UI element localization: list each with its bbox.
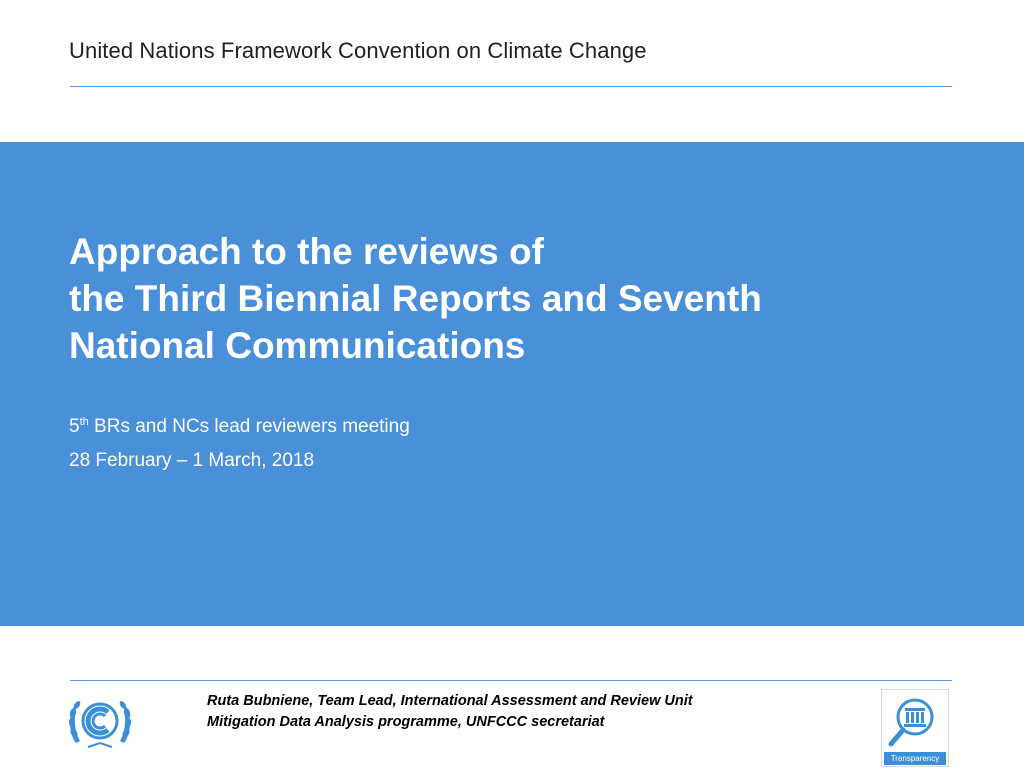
presentation-title: Approach to the reviews of the Third Bie… bbox=[69, 228, 762, 369]
slide: United Nations Framework Convention on C… bbox=[0, 0, 1024, 768]
meeting-name: BRs and NCs lead reviewers meeting bbox=[88, 416, 410, 437]
meeting-ordinal: th bbox=[79, 416, 89, 428]
presenter-line-1: Ruta Bubniene, Team Lead, International … bbox=[207, 693, 693, 709]
transparency-label: Transparency bbox=[884, 752, 946, 765]
transparency-logo-icon: Transparency bbox=[881, 689, 949, 767]
title-banner bbox=[0, 142, 1024, 626]
organization-title: United Nations Framework Convention on C… bbox=[69, 38, 647, 63]
footer-divider bbox=[70, 680, 952, 681]
title-line-1: Approach to the reviews of bbox=[69, 231, 544, 272]
title-line-2: the Third Biennial Reports and Seventh bbox=[69, 278, 762, 319]
magnifier-columns-icon bbox=[888, 698, 934, 747]
unfccc-logo-icon bbox=[68, 701, 132, 748]
meeting-subtitle: 5th BRs and NCs lead reviewers meeting bbox=[69, 416, 410, 438]
presenter-info: Ruta Bubniene, Team Lead, International … bbox=[207, 691, 693, 733]
meeting-dates: 28 February – 1 March, 2018 bbox=[69, 450, 315, 471]
presenter-line-2: Mitigation Data Analysis programme, UNFC… bbox=[207, 714, 605, 730]
title-line-3: National Communications bbox=[69, 325, 526, 366]
meeting-number: 5 bbox=[69, 416, 80, 437]
header-divider bbox=[70, 86, 952, 87]
